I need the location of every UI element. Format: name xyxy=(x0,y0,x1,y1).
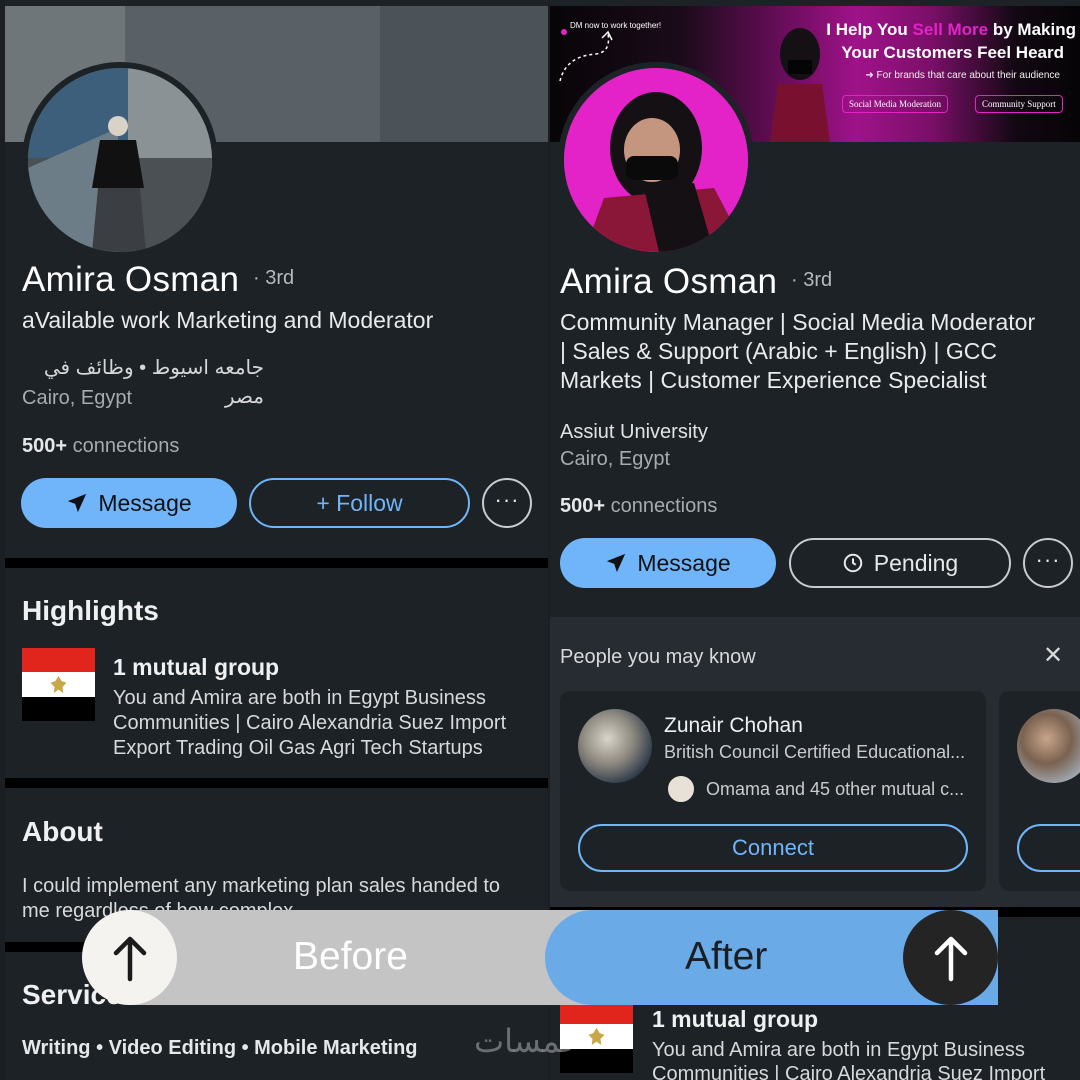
after-avatar[interactable] xyxy=(558,62,754,258)
before-after-bar: Before After xyxy=(128,910,998,1005)
after-name: Amira Osman xyxy=(560,262,778,301)
after-more-button[interactable]: ··· xyxy=(1023,538,1073,588)
divider xyxy=(5,558,548,568)
banner-tag-1: Social Media Moderation xyxy=(842,95,948,113)
before-name: Amira Osman xyxy=(22,260,240,299)
arrow-up-icon xyxy=(934,936,967,981)
banner-sub: ➜ For brands that care about their audie… xyxy=(865,70,1060,81)
after-connections[interactable]: 500+ connections xyxy=(560,495,717,518)
after-mutual-group-text-1: You and Amira are both in Egypt Business xyxy=(652,1039,1025,1061)
before-mutual-group-text-1: You and Amira are both in Egypt Business xyxy=(113,687,486,709)
after-headline-3: Markets | Customer Experience Specialist xyxy=(560,367,987,393)
before-label: Before xyxy=(293,935,408,978)
banner-tag-2: Community Support xyxy=(975,95,1063,113)
banner-heading-2: Your Customers Feel Heard xyxy=(841,43,1064,62)
pymk-card[interactable]: Zunair Chohan British Council Certified … xyxy=(560,691,986,891)
send-icon xyxy=(607,553,626,573)
about-title: About xyxy=(22,816,103,847)
more-icon: ··· xyxy=(494,487,520,512)
about-text-1: I could implement any marketing plan sal… xyxy=(22,875,501,897)
before-more-button[interactable]: ··· xyxy=(482,478,532,528)
after-up-arrow-button[interactable] xyxy=(903,910,998,1005)
arrow-up-icon xyxy=(113,936,146,981)
before-degree: · 3rd xyxy=(253,267,295,289)
before-message-label: Message xyxy=(98,489,192,516)
more-icon: ··· xyxy=(1035,547,1061,572)
close-icon[interactable]: ✕ xyxy=(1043,641,1063,670)
person-avatar[interactable] xyxy=(1017,709,1080,783)
before-connections[interactable]: 500+ connections xyxy=(22,435,179,458)
send-icon xyxy=(68,493,87,513)
mutual-avatar xyxy=(666,774,696,804)
after-headline-1: Community Manager | Social Media Moderat… xyxy=(560,309,1036,335)
before-headline: aVailable work Marketing and Moderator xyxy=(22,307,434,333)
connect-button[interactable]: Connect xyxy=(578,824,968,872)
pymk-title: People you may know xyxy=(560,646,756,668)
watermark-logo: خمسات xyxy=(474,1022,581,1060)
before-connections-label: connections xyxy=(72,435,180,457)
after-mutual-group-text-2: Communities | Cairo Alexandria Suez Impo… xyxy=(652,1063,1046,1080)
before-follow-button[interactable]: + Follow xyxy=(249,478,470,528)
pending-label: Pending xyxy=(873,549,959,576)
connect-label: Connect xyxy=(732,835,814,860)
after-headline-2: | Sales & Support (Arabic + English) | G… xyxy=(560,338,997,364)
after-mutual-group-title[interactable]: 1 mutual group xyxy=(652,1006,818,1033)
connect-button-partial[interactable] xyxy=(1017,824,1080,872)
people-you-may-know: People you may know ✕ Zunair Chohan Brit… xyxy=(550,617,1080,907)
banner-dm-text: DM now to work together! xyxy=(570,21,662,30)
person-name[interactable]: Zunair Chohan xyxy=(664,714,803,738)
after-message-label: Message xyxy=(637,549,731,576)
after-location: Cairo, Egypt xyxy=(560,448,671,470)
before-connections-count: 500+ xyxy=(22,435,68,457)
egypt-flag-icon xyxy=(22,648,95,721)
before-avatar[interactable] xyxy=(22,62,218,258)
person-avatar[interactable] xyxy=(578,709,652,783)
divider xyxy=(5,778,548,788)
before-location: Cairo, Egypt xyxy=(22,387,133,409)
before-mutual-group-text-3: Export Trading Oil Gas Agri Tech Startup… xyxy=(113,737,483,759)
pending-button[interactable]: Pending xyxy=(789,538,1011,588)
after-message-button[interactable]: Message xyxy=(560,538,776,588)
before-follow-label: + Follow xyxy=(316,489,403,516)
before-message-button[interactable]: Message xyxy=(21,478,237,528)
highlights-title: Highlights xyxy=(22,595,159,626)
banner-figure xyxy=(770,24,830,142)
pymk-card-partial[interactable] xyxy=(999,691,1080,891)
after-degree: · 3rd xyxy=(791,269,833,291)
clock-icon xyxy=(843,553,863,573)
after-label: After xyxy=(685,935,768,978)
before-up-arrow-button[interactable] xyxy=(82,910,177,1005)
before-mutual-group-text-2: Communities | Cairo Alexandria Suez Impo… xyxy=(113,712,507,734)
before-mutual-group-title[interactable]: 1 mutual group xyxy=(113,654,279,681)
services-text: Writing • Video Editing • Mobile Marketi… xyxy=(22,1037,418,1059)
after-education[interactable]: Assiut University xyxy=(560,418,708,447)
after-connections-count: 500+ xyxy=(560,495,606,517)
after-connections-label: connections xyxy=(610,495,718,517)
banner-heading-1: I Help You Sell More by Making xyxy=(826,20,1076,39)
person-mutual: Omama and 45 other mutual c... xyxy=(706,779,965,799)
person-headline: British Council Certified Educational... xyxy=(664,742,966,762)
